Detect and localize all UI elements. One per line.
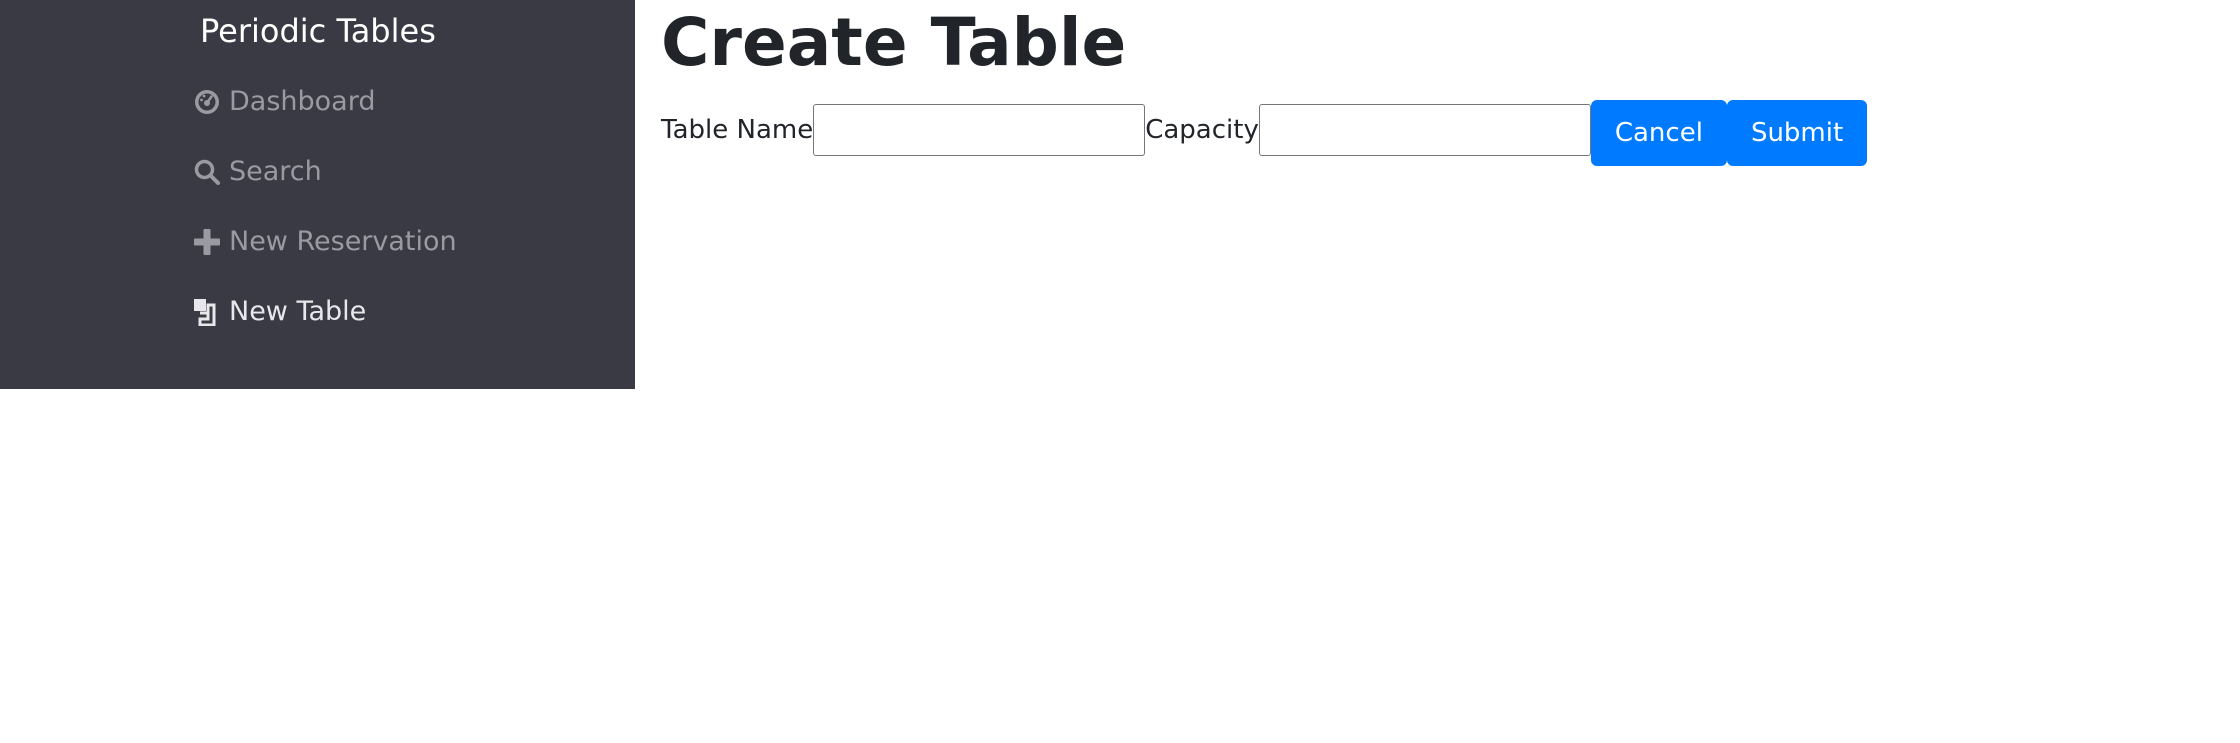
layers-icon: [193, 298, 221, 326]
table-name-input[interactable]: [813, 104, 1146, 156]
cancel-button[interactable]: Cancel: [1590, 100, 1727, 166]
sidebar-item-new-reservation[interactable]: New Reservation: [193, 226, 457, 257]
sidebar-item-label: Search: [229, 156, 322, 187]
create-table-form: Table Name Capacity Cancel Submit: [661, 94, 1868, 166]
page-title: Create Table: [661, 4, 1127, 81]
table-name-label: Table Name: [661, 115, 814, 145]
sidebar-item-label: Dashboard: [229, 86, 376, 117]
submit-button[interactable]: Submit: [1726, 100, 1868, 166]
search-icon: [193, 158, 221, 186]
brand-title[interactable]: Periodic Tables: [200, 12, 436, 50]
dashboard-gauge-icon: [193, 88, 221, 116]
sidebar: Periodic Tables Dashboard Search New Res…: [0, 0, 635, 389]
sidebar-item-new-table[interactable]: New Table: [193, 296, 366, 327]
capacity-label: Capacity: [1145, 115, 1259, 145]
capacity-input[interactable]: [1258, 104, 1591, 156]
sidebar-item-label: New Reservation: [229, 226, 457, 257]
sidebar-item-dashboard[interactable]: Dashboard: [193, 86, 375, 117]
sidebar-item-label: New Table: [229, 296, 367, 327]
sidebar-item-search[interactable]: Search: [193, 156, 322, 187]
plus-icon: [193, 228, 221, 256]
